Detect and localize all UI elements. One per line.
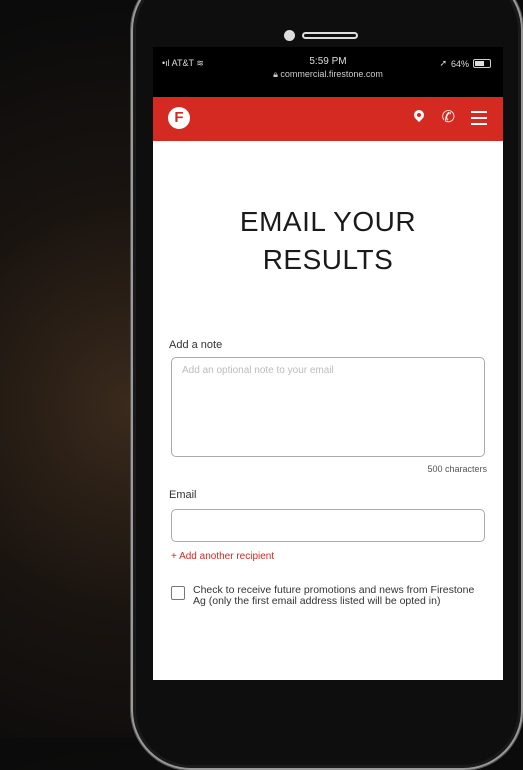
battery-percent: 64%	[450, 58, 469, 69]
title-line-2: RESULTS	[262, 244, 394, 275]
page-title: EMAIL YOUR RESULTS	[153, 203, 503, 279]
promo-text: Check to receive future promotions and n…	[193, 584, 475, 607]
url-text: commercial.firestone.com	[280, 69, 383, 79]
phone-screen: •ıl AT&T ≋ 5:59 PM 🔒︎ commercial.firesto…	[153, 47, 503, 680]
note-textarea[interactable]: Add an optional note to your email	[171, 357, 485, 457]
add-recipient-link[interactable]: + Add another recipient	[171, 551, 274, 562]
character-count: 500 characters	[427, 464, 487, 474]
speaker-icon	[302, 32, 358, 39]
location-arrow-icon: ➚	[439, 58, 447, 68]
header-icons: ✆	[412, 109, 487, 127]
email-field[interactable]	[171, 509, 485, 542]
phone-icon[interactable]: ✆	[442, 109, 455, 127]
note-placeholder: Add an optional note to your email	[182, 365, 334, 376]
url-bar[interactable]: 🔒︎ commercial.firestone.com	[153, 69, 503, 80]
status-bar: •ıl AT&T ≋ 5:59 PM 🔒︎ commercial.firesto…	[153, 47, 503, 97]
promo-opt-in[interactable]: Check to receive future promotions and n…	[171, 585, 489, 607]
hamburger-menu-icon[interactable]	[471, 111, 487, 125]
promo-checkbox[interactable]	[171, 586, 185, 600]
email-label: Email	[169, 489, 197, 501]
title-line-1: EMAIL YOUR	[239, 206, 417, 237]
status-right: ➚ 64%	[439, 58, 491, 69]
note-label: Add a note	[169, 339, 223, 351]
battery-icon	[473, 59, 491, 68]
location-pin-icon[interactable]	[412, 109, 426, 127]
camera-icon	[284, 30, 295, 41]
firestone-logo[interactable]: F	[168, 107, 190, 129]
site-header: F ✆	[153, 97, 503, 141]
